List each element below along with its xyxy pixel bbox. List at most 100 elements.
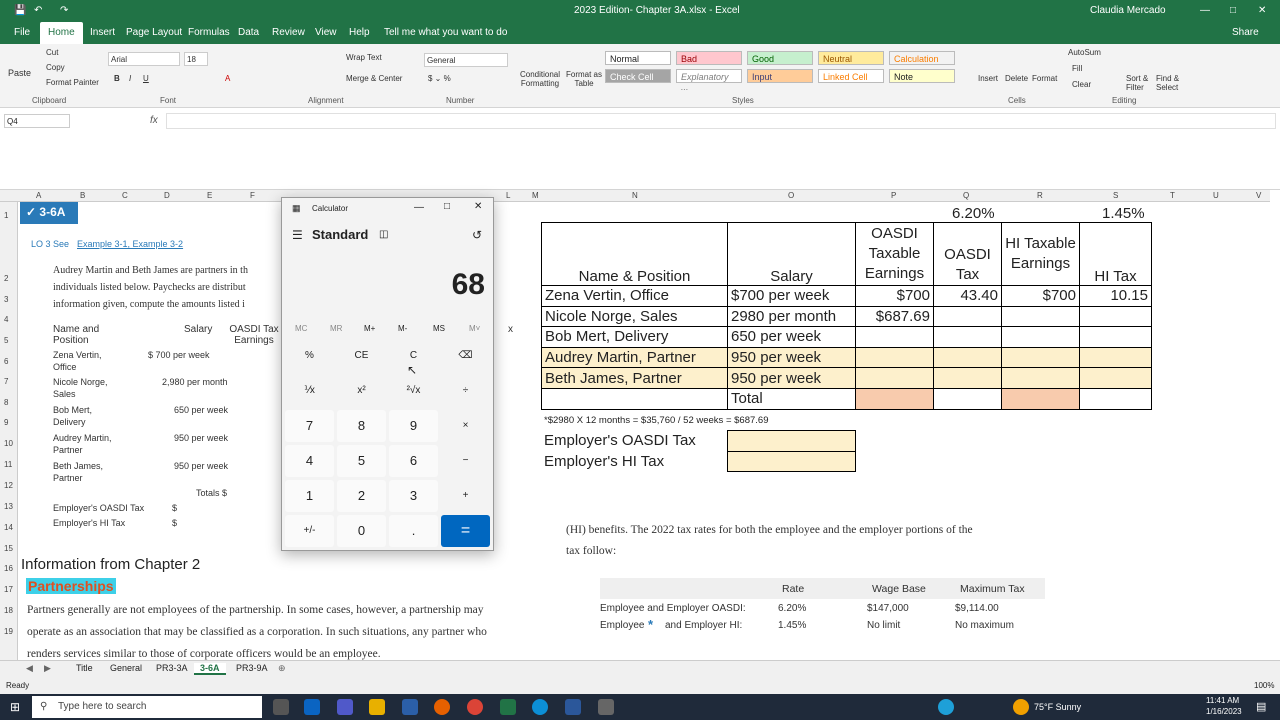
tab-view[interactable]: View	[315, 27, 337, 38]
cell-oasdi-taxable[interactable]	[855, 346, 934, 369]
clear-button[interactable]: Clear	[1072, 80, 1091, 89]
key-1[interactable]: 1	[285, 480, 334, 512]
fill-button[interactable]: Fill	[1072, 64, 1082, 73]
col-header[interactable]: E	[207, 191, 212, 200]
maximize-icon[interactable]: □	[1230, 5, 1236, 16]
col-header[interactable]: M	[532, 191, 539, 200]
tab-formulas[interactable]: Formulas	[188, 27, 230, 38]
row-header[interactable]: 9	[4, 418, 8, 427]
cell-hi-tax[interactable]	[1079, 326, 1152, 348]
keep-on-top-icon[interactable]: ◫	[379, 229, 388, 240]
sheet-tab[interactable]: Title	[70, 663, 99, 673]
close-icon[interactable]: ✕	[474, 201, 482, 212]
row-header[interactable]: 19	[4, 627, 13, 636]
style-normal[interactable]: Normal	[605, 51, 671, 65]
row-header[interactable]: 5	[4, 336, 8, 345]
header-name-position[interactable]: Name & Position	[541, 222, 728, 286]
employer-oasdi-label[interactable]: Employer's OASDI Tax	[541, 431, 727, 452]
number-format-select[interactable]: General	[424, 53, 508, 67]
cell-total-oasdi-tax[interactable]	[933, 387, 1002, 410]
cell-oasdi-taxable[interactable]	[855, 367, 934, 389]
key-4[interactable]: 4	[285, 445, 334, 477]
clear-entry-key[interactable]: CE	[337, 340, 386, 372]
tell-me-search[interactable]: Tell me what you want to do	[384, 27, 507, 38]
employer-oasdi-value[interactable]	[726, 430, 856, 452]
weather-text[interactable]: 75°F Sunny	[1034, 702, 1081, 712]
example-links[interactable]: Example 3-1, Example 3-2	[77, 239, 183, 249]
cell-total-hi-taxable[interactable]	[1001, 387, 1080, 410]
copy-button[interactable]: Copy	[46, 63, 65, 72]
cell-oasdi-taxable[interactable]	[855, 326, 934, 348]
taskbar-search[interactable]: Type here to search	[32, 696, 262, 718]
tab-file[interactable]: File	[14, 27, 30, 38]
tray-app-icon[interactable]	[938, 699, 954, 715]
style-good[interactable]: Good	[747, 51, 813, 65]
minimize-icon[interactable]: —	[414, 202, 424, 213]
key-0[interactable]: 0	[337, 515, 386, 547]
italic-button[interactable]: I	[129, 74, 131, 83]
memory-recall[interactable]: MR	[330, 324, 342, 333]
cell-salary[interactable]: 2980 per month	[727, 305, 856, 328]
clock-date[interactable]: 1/16/2023	[1206, 707, 1242, 716]
menu-icon[interactable]: ☰	[292, 228, 303, 242]
negate-key[interactable]: +/-	[285, 515, 334, 547]
sqrt-key[interactable]: ²√x	[389, 375, 438, 407]
windows-start-icon[interactable]: ⊞	[10, 700, 20, 714]
sheet-tab[interactable]: PR3-3A	[150, 663, 194, 673]
find-select-button[interactable]: Find & Select	[1156, 74, 1188, 92]
tab-home[interactable]: Home	[40, 22, 83, 44]
cell-oasdi-tax[interactable]	[933, 305, 1002, 328]
row-header[interactable]: 12	[4, 481, 13, 490]
add-key[interactable]: +	[441, 480, 490, 512]
key-7[interactable]: 7	[285, 410, 334, 442]
row-header[interactable]: 4	[4, 315, 8, 324]
col-header[interactable]: F	[250, 191, 255, 200]
tab-insert[interactable]: Insert	[90, 27, 115, 38]
cell-hi-tax[interactable]	[1079, 346, 1152, 369]
formula-input[interactable]	[166, 113, 1276, 129]
sheet-tab[interactable]: PR3-9A	[230, 663, 274, 673]
square-key[interactable]: x²	[337, 375, 386, 407]
cell-salary[interactable]: 950 per week	[727, 346, 856, 369]
key-5[interactable]: 5	[337, 445, 386, 477]
tab-next-icon[interactable]: ▶	[38, 663, 57, 674]
tab-page-layout[interactable]: Page Layout	[126, 27, 182, 38]
calculator-taskbar-icon[interactable]	[402, 699, 418, 715]
font-color-button[interactable]: A	[225, 74, 230, 83]
paste-button[interactable]: Paste	[8, 68, 31, 78]
cell-name[interactable]: Audrey Martin, Partner	[541, 346, 728, 369]
header-oasdi-taxable[interactable]: OASDI Taxable Earnings	[855, 222, 934, 286]
word-icon[interactable]	[565, 699, 581, 715]
save-icon[interactable]: 💾	[14, 5, 26, 16]
sheet-tab-active[interactable]: 3-6A	[194, 663, 226, 675]
history-icon[interactable]: ↺	[472, 228, 482, 242]
memory-add[interactable]: M+	[364, 324, 375, 333]
cell-oasdi-tax[interactable]	[933, 367, 1002, 389]
col-header[interactable]: D	[164, 191, 170, 200]
row-header[interactable]: 8	[4, 398, 8, 407]
reciprocal-key[interactable]: ⅟x	[285, 375, 334, 407]
row-header[interactable]: 2	[4, 274, 8, 283]
wrap-text-button[interactable]: Wrap Text	[346, 53, 382, 62]
cell-empty[interactable]	[541, 387, 728, 410]
cell-hi-taxable[interactable]	[1001, 367, 1080, 389]
cell-salary[interactable]: $700 per week	[727, 285, 856, 307]
col-header[interactable]: Q	[963, 191, 969, 200]
maximize-icon[interactable]: □	[444, 201, 450, 212]
cell-total-label[interactable]: Total	[727, 387, 856, 410]
format-painter-button[interactable]: Format Painter	[46, 78, 99, 87]
conditional-formatting-button[interactable]: Conditional Formatting	[518, 70, 562, 88]
font-size-select[interactable]: 18	[184, 52, 208, 66]
excel-icon[interactable]	[500, 699, 516, 715]
style-neutral[interactable]: Neutral	[818, 51, 884, 65]
key-9[interactable]: 9	[389, 410, 438, 442]
style-note[interactable]: Note	[889, 69, 955, 83]
oasdi-rate[interactable]: 6.20%	[952, 205, 995, 222]
row-header[interactable]: 1	[4, 211, 8, 220]
backspace-key[interactable]: ⌫	[441, 340, 490, 372]
divide-key[interactable]: ÷	[441, 375, 490, 407]
cell-total-oasdi-taxable[interactable]	[855, 387, 934, 410]
undo-icon[interactable]: ↶	[34, 5, 42, 16]
autosum-button[interactable]: AutoSum	[1068, 48, 1101, 57]
function-icon[interactable]: fx	[150, 115, 158, 126]
